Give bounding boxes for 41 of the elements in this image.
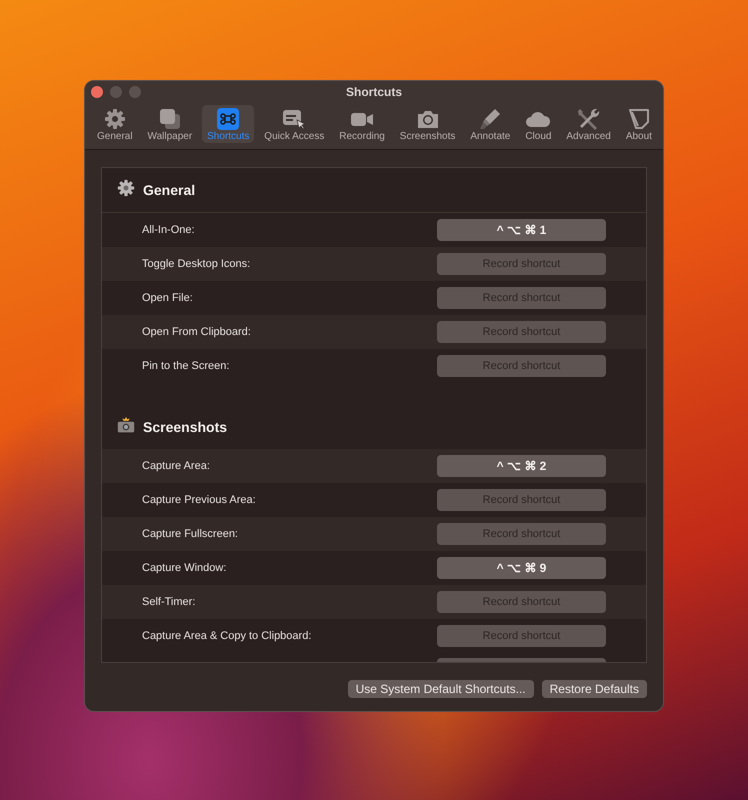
shortcut-label: All-In-One: [142,224,195,236]
zoom-button[interactable] [129,86,141,98]
command-key-icon [217,108,240,130]
shortcut-label: Self-Timer: [142,596,196,608]
shortcut-button[interactable]: ^ ⌥ ⌘ 1 [437,219,606,241]
toolbar-tab[interactable]: Annotate [465,105,516,143]
shortcut-label: Open From Clipboard: [142,326,251,338]
shortcut-label: Capture Window: [142,562,226,574]
toolbar-tab[interactable]: Recording [334,105,390,143]
camera-icon [416,108,440,130]
window-title: Shortcuts [346,85,402,99]
shortcut-label: Open File: [142,292,193,304]
section-title: General [143,182,196,198]
footer-button[interactable]: Use System Default Shortcuts... [348,680,534,698]
gear-icon [117,178,135,196]
minimize-button[interactable] [110,86,122,98]
shortcut-label: Capture Area: [142,460,210,472]
section-title: Screenshots [143,419,228,435]
toolbar-tab[interactable]: General [92,105,138,143]
shortcut-label: Capture Previous Area: [142,494,256,506]
card-with-cursor-icon [282,108,306,130]
toolbar-tab[interactable]: Wallpaper [142,105,198,143]
toolbar-tab[interactable]: Shortcuts [202,105,254,143]
shortcut-button[interactable]: ^ ⌥ ⌘ 9 [437,557,606,579]
toolbar-tab[interactable]: About [620,105,657,143]
shortcut-button[interactable]: ^ ⌥ ⌘ 2 [437,455,606,477]
shortcut-label: Capture Fullscreen: [142,528,238,540]
marker-icon [479,108,502,130]
toolbar-tab[interactable]: Cloud [520,105,556,143]
camera-with-flash-icon [117,416,135,434]
shortcut-label: Pin to the Screen: [142,360,230,372]
stacked-squares-icon [158,108,181,130]
toolbar-tab[interactable]: Advanced [561,105,616,143]
shortcut-label: Toggle Desktop Icons: [142,258,250,270]
shortcut-label: Capture Area & Copy to Clipboard: [142,630,312,642]
close-button[interactable] [91,86,103,98]
footer-button[interactable]: Restore Defaults [542,680,647,698]
wrench-and-screwdriver-icon [576,107,601,131]
gear-icon [104,108,126,130]
toolbar-tab[interactable]: Quick Access [259,105,330,143]
toolbar-tab[interactable]: Screenshots [394,105,460,143]
